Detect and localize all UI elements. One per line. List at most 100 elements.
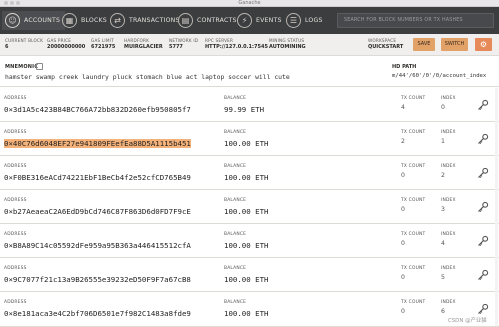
tx-count-label: TX COUNT: [401, 266, 426, 271]
account-balance: 100.00 ETH: [224, 309, 269, 318]
account-address: 0×3d1A5c423B84BC766A72bb832D260efb950805…: [4, 105, 191, 114]
account-balance: 99.99 ETH: [224, 105, 265, 114]
balance-label: BALANCE: [224, 300, 247, 305]
stat-hardfork-label: HARDFORK: [124, 38, 150, 43]
stat-current-block-value: 6: [5, 44, 9, 50]
stat-workspace: WORKSPACE QUICKSTART: [368, 38, 403, 50]
address-label: ADDRESS: [4, 198, 27, 203]
balance-label: BALANCE: [224, 130, 247, 135]
account-address: 0×b27AeaeaC2A6EdD9bCd746C87F863D6d0FD7F9…: [4, 207, 191, 216]
address-label: ADDRESS: [4, 232, 27, 237]
account-address: 0×B8A89C14c05592dFe959a95B363a446415512c…: [4, 241, 191, 250]
stat-mining-status-label: MINING STATUS: [269, 38, 305, 43]
account-address: 0×F0BE316eACd74221EbF1BeCb4f2e52cfCD765B…: [4, 173, 191, 182]
account-index: 5: [441, 274, 445, 281]
stat-current-block-label: CURRENT BLOCK: [5, 38, 44, 43]
stat-network-id-label: NETWORK ID: [169, 38, 199, 43]
stat-rpc-server-value: HTTP://127.0.0.1:7545: [205, 44, 268, 50]
show-private-key-icon[interactable]: [476, 98, 490, 112]
show-private-key-icon[interactable]: [476, 200, 490, 214]
index-label: INDEX: [441, 300, 456, 305]
stat-workspace-value: QUICKSTART: [368, 44, 404, 50]
nav-events[interactable]: ⚡ EVENTS: [237, 11, 282, 30]
account-index: 4: [441, 240, 445, 247]
account-row[interactable]: ADDRESS BALANCE TX COUNT INDEX 0×B8A89C14c05…: [0, 224, 499, 258]
tx-count-label: TX COUNT: [401, 300, 426, 305]
events-icon: ⚡: [237, 13, 252, 28]
index-label: INDEX: [441, 164, 456, 169]
show-private-key-icon[interactable]: [476, 234, 490, 248]
save-button[interactable]: SAVE: [413, 38, 435, 51]
tx-count-label: TX COUNT: [401, 130, 426, 135]
balance-label: BALANCE: [224, 232, 247, 237]
contracts-icon: ▤: [178, 13, 193, 28]
nav-contracts[interactable]: ▤ CONTRACTS: [178, 11, 237, 30]
account-tx-count: 0: [401, 274, 405, 281]
mnemonic-words: hamster swamp creek laundry pluck stomac…: [5, 73, 290, 81]
stat-gas-limit: GAS LIMIT 6721975: [91, 38, 115, 50]
window-titlebar: Ganache: [0, 0, 499, 7]
nav-logs[interactable]: ☰ LOGS: [286, 11, 323, 30]
nav-accounts-label: ACCOUNTS: [24, 17, 61, 24]
account-row[interactable]: ADDRESS BALANCE TX COUNT INDEX 0×b27AeaeaC2A…: [0, 190, 499, 224]
hd-path-label: HD PATH: [392, 64, 417, 70]
search-input[interactable]: SEARCH FOR BLOCK NUMBERS OR TX HASHES: [337, 13, 494, 28]
stat-gas-limit-label: GAS LIMIT: [91, 38, 114, 43]
account-balance: 100.00 ETH: [224, 207, 269, 216]
account-index: 2: [441, 172, 445, 179]
nav-blocks-label: BLOCKS: [81, 17, 107, 24]
blocks-icon: ▦: [62, 13, 77, 28]
account-row[interactable]: ADDRESS BALANCE TX COUNT INDEX 0×F0BE316eACd…: [0, 156, 499, 190]
nav-transactions[interactable]: ⇄ TRANSACTIONS: [110, 11, 180, 30]
account-tx-count: 0: [401, 206, 405, 213]
account-row[interactable]: ADDRESS BALANCE TX COUNT INDEX 0×8e181aca3e4…: [0, 292, 499, 327]
show-private-key-icon[interactable]: [476, 302, 490, 316]
account-index: 3: [441, 206, 445, 213]
scrollbar[interactable]: [495, 88, 498, 326]
nav-transactions-label: TRANSACTIONS: [129, 17, 180, 24]
switch-button[interactable]: SWITCH: [441, 38, 468, 51]
balance-label: BALANCE: [224, 164, 247, 169]
hd-path-value: m/44'/60'/0'/0/account_index: [392, 73, 487, 79]
stat-gas-limit-value: 6721975: [91, 44, 116, 50]
stat-gas-price-label: GAS PRICE: [47, 38, 72, 43]
account-tx-count: 4: [401, 104, 405, 111]
stat-network-id: NETWORK ID 5777: [169, 38, 198, 50]
account-tx-count: 2: [401, 138, 405, 145]
account-row[interactable]: ADDRESS BALANCE TX COUNT INDEX 0×3d1A5c423B8…: [0, 88, 499, 122]
account-index: 1: [441, 138, 445, 145]
stat-gas-price: GAS PRICE 20000000000: [47, 38, 85, 50]
settings-gear-icon[interactable]: ⚙: [475, 38, 492, 51]
address-label: ADDRESS: [4, 266, 27, 271]
account-address: 0×40C76d6048EF27e941809FEefEa88D5A1115b4…: [4, 139, 191, 148]
show-private-key-icon[interactable]: [476, 132, 490, 146]
account-address: 0×9C7077f21c13a9B26555e39232eD50F9F7a67c…: [4, 275, 191, 284]
nav-accounts[interactable]: ☺ ACCOUNTS: [2, 11, 66, 30]
logs-icon: ☰: [286, 13, 301, 28]
stat-workspace-label: WORKSPACE: [368, 38, 397, 43]
nav-logs-label: LOGS: [305, 17, 323, 24]
mnemonic-lock-icon[interactable]: [36, 63, 43, 70]
account-row[interactable]: ADDRESS BALANCE TX COUNT INDEX 0×9C7077f21c1…: [0, 258, 499, 292]
show-private-key-icon[interactable]: [476, 166, 490, 180]
index-label: INDEX: [441, 232, 456, 237]
account-balance: 100.00 ETH: [224, 241, 269, 250]
show-private-key-icon[interactable]: [476, 268, 490, 282]
nav-blocks[interactable]: ▦ BLOCKS: [62, 11, 107, 30]
stat-current-block: CURRENT BLOCK 6: [5, 38, 43, 50]
address-label: ADDRESS: [4, 300, 27, 305]
index-label: INDEX: [441, 198, 456, 203]
balance-label: BALANCE: [224, 266, 247, 271]
account-row[interactable]: ADDRESS BALANCE TX COUNT INDEX 0×40C76d6048E…: [0, 122, 499, 156]
account-balance: 100.00 ETH: [224, 139, 269, 148]
stat-hardfork-value: MUIRGLACIER: [124, 44, 163, 50]
account-balance: 100.00 ETH: [224, 275, 269, 284]
address-label: ADDRESS: [4, 96, 27, 101]
address-label: ADDRESS: [4, 130, 27, 135]
stat-mining-status-value: AUTOMINING: [269, 44, 306, 50]
top-navigation: ☺ ACCOUNTS ▦ BLOCKS ⇄ TRANSACTIONS ▤ CON…: [0, 7, 499, 34]
tx-count-label: TX COUNT: [401, 198, 426, 203]
address-label: ADDRESS: [4, 164, 27, 169]
accounts-icon: ☺: [5, 13, 20, 28]
stat-network-id-value: 5777: [169, 44, 183, 50]
